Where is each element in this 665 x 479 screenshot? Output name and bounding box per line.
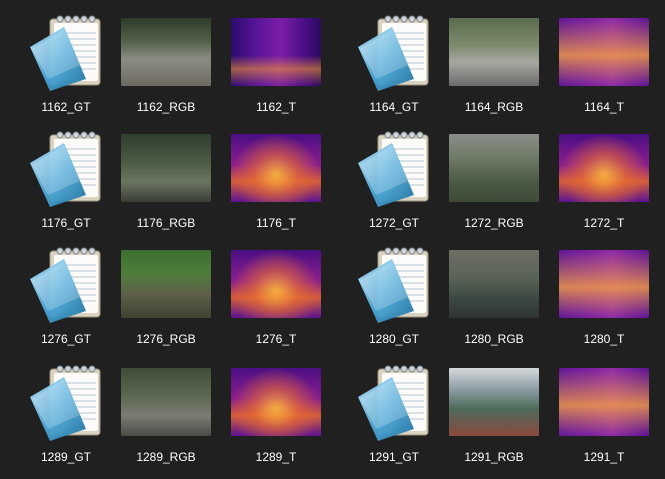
file-item-1276-t[interactable]: 1276_T [222,238,330,354]
image-thumbnail [449,134,539,202]
file-label: 1162_GT [41,100,91,114]
thermal-image-thumbnail [222,238,330,330]
image-thumbnail [559,18,649,86]
notepad-file-icon [12,122,120,214]
thermal-image-thumbnail [550,122,658,214]
notepad-icon [358,15,429,91]
image-thumbnail [121,250,211,318]
file-label: 1291_RGB [464,450,524,464]
file-item-1164-gt[interactable]: 1164_GT [340,6,448,122]
file-label: 1164_GT [369,100,419,114]
notepad-file-icon [340,356,448,448]
file-item-1276-rgb[interactable]: 1276_RGB [112,238,220,354]
rgb-image-thumbnail [440,6,548,98]
file-label: 1280_T [583,332,625,346]
file-item-1272-t[interactable]: 1272_T [550,122,658,238]
file-item-1176-t[interactable]: 1176_T [222,122,330,238]
file-label: 1291_GT [368,450,420,464]
file-label: 1272_GT [368,216,420,230]
notepad-icon [30,247,101,323]
file-item-1272-rgb[interactable]: 1272_RGB [440,122,548,238]
notepad-file-icon [340,6,448,98]
rgb-image-thumbnail [112,6,220,98]
image-thumbnail [559,250,649,318]
file-grid: 1162_GT 1162_RGB 1162_T 1164_GT 1164_RGB… [0,0,665,479]
file-label: 1289_RGB [136,450,196,464]
thermal-image-thumbnail [222,122,330,214]
file-label: 1280_RGB [464,332,524,346]
file-label: 1162_RGB [136,100,196,114]
file-item-1276-gt[interactable]: 1276_GT [12,238,120,354]
file-label: 1162_T [256,100,296,114]
file-label: 1291_T [583,450,625,464]
file-label: 1289_T [255,450,297,464]
file-item-1280-rgb[interactable]: 1280_RGB [440,238,548,354]
notepad-file-icon [12,6,120,98]
image-thumbnail [231,18,321,86]
file-item-1162-rgb[interactable]: 1162_RGB [112,6,220,122]
thermal-image-thumbnail [222,6,330,98]
file-item-1289-gt[interactable]: 1289_GT [12,356,120,472]
rgb-image-thumbnail [112,238,220,330]
notepad-icon [30,131,101,207]
thermal-image-thumbnail [550,6,658,98]
file-label: 1164_RGB [464,100,524,114]
file-label: 1176_RGB [136,216,196,230]
file-item-1291-rgb[interactable]: 1291_RGB [440,356,548,472]
notepad-file-icon [340,238,448,330]
file-label: 1176_T [256,216,296,230]
file-item-1289-t[interactable]: 1289_T [222,356,330,472]
notepad-icon [30,15,101,91]
rgb-image-thumbnail [440,238,548,330]
image-thumbnail [449,18,539,86]
image-thumbnail [231,134,321,202]
image-thumbnail [231,250,321,318]
notepad-icon [358,365,429,441]
file-item-1272-gt[interactable]: 1272_GT [340,122,448,238]
notepad-file-icon [340,122,448,214]
file-item-1164-t[interactable]: 1164_T [550,6,658,122]
notepad-icon [30,365,101,441]
image-thumbnail [231,368,321,436]
image-thumbnail [559,368,649,436]
rgb-image-thumbnail [440,122,548,214]
file-item-1280-t[interactable]: 1280_T [550,238,658,354]
file-label: 1276_T [255,332,297,346]
rgb-image-thumbnail [440,356,548,448]
image-thumbnail [121,368,211,436]
file-item-1291-t[interactable]: 1291_T [550,356,658,472]
image-thumbnail [449,368,539,436]
file-item-1162-t[interactable]: 1162_T [222,6,330,122]
thermal-image-thumbnail [222,356,330,448]
notepad-icon [358,247,429,323]
notepad-file-icon [12,356,120,448]
file-item-1162-gt[interactable]: 1162_GT [12,6,120,122]
image-thumbnail [121,134,211,202]
file-item-1289-rgb[interactable]: 1289_RGB [112,356,220,472]
file-label: 1176_GT [41,216,91,230]
file-label: 1289_GT [40,450,92,464]
file-item-1280-gt[interactable]: 1280_GT [340,238,448,354]
notepad-icon [358,131,429,207]
image-thumbnail [449,250,539,318]
rgb-image-thumbnail [112,122,220,214]
image-thumbnail [121,18,211,86]
file-item-1176-gt[interactable]: 1176_GT [12,122,120,238]
file-label: 1272_RGB [464,216,524,230]
rgb-image-thumbnail [112,356,220,448]
file-item-1291-gt[interactable]: 1291_GT [340,356,448,472]
thermal-image-thumbnail [550,238,658,330]
file-label: 1272_T [583,216,625,230]
file-label: 1280_GT [368,332,420,346]
thermal-image-thumbnail [550,356,658,448]
file-item-1176-rgb[interactable]: 1176_RGB [112,122,220,238]
file-label: 1164_T [584,100,624,114]
file-item-1164-rgb[interactable]: 1164_RGB [440,6,548,122]
image-thumbnail [559,134,649,202]
notepad-file-icon [12,238,120,330]
file-label: 1276_GT [40,332,92,346]
file-label: 1276_RGB [136,332,196,346]
